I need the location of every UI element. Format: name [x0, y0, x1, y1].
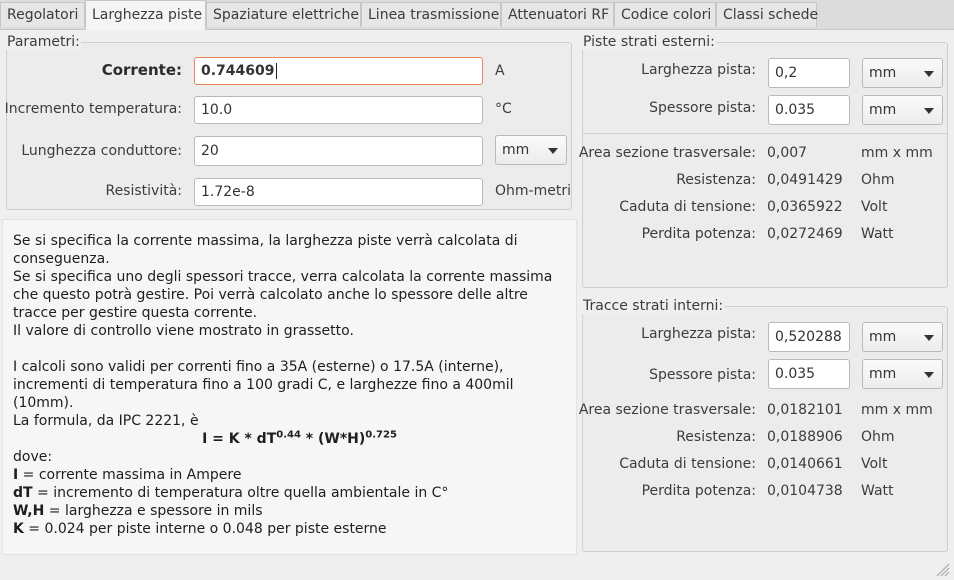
info-text-panel: Se si specifica la corrente massima, la …: [2, 219, 577, 555]
internal-width-label: Larghezza pista:: [641, 326, 756, 342]
internal-resistance-unit: Ohm: [861, 429, 895, 445]
internal-width-input[interactable]: 0,520288: [768, 322, 850, 352]
external-loss-unit: Watt: [861, 226, 894, 242]
internal-area-unit: mm x mm: [861, 402, 933, 418]
length-label: Lunghezza conduttore:: [21, 143, 182, 159]
external-width-unit-select[interactable]: mm: [862, 58, 943, 88]
external-thickness-unit-select[interactable]: mm: [862, 95, 943, 125]
external-resistance-label: Resistenza:: [676, 172, 756, 188]
external-loss-value: 0,0272469: [767, 226, 843, 242]
external-width-label: Larghezza pista:: [641, 62, 756, 78]
temp-input[interactable]: 10.0: [194, 96, 483, 124]
chevron-down-icon: [924, 335, 934, 341]
internal-thickness-label: Spessore pista:: [649, 367, 756, 383]
chevron-down-icon: [924, 71, 934, 77]
current-input[interactable]: 0.744609: [194, 57, 483, 85]
length-input[interactable]: 20: [194, 136, 483, 166]
info-paragraph: Se si specifica uno degli spessori tracc…: [13, 269, 553, 321]
tab-classi-schede[interactable]: Classi schede: [716, 2, 818, 27]
external-thickness-label: Spessore pista:: [649, 100, 756, 116]
external-drop-value: 0,0365922: [767, 199, 843, 215]
current-unit: A: [495, 63, 505, 79]
info-paragraph: I calcoli sono validi per correnti fino …: [13, 359, 514, 411]
tab-attenuatori-rf[interactable]: Attenuatori RF: [501, 2, 614, 27]
internal-resistance-value: 0,0188906: [767, 429, 843, 445]
resistivity-label: Resistività:: [105, 183, 182, 199]
internal-thickness-input[interactable]: 0.035: [768, 359, 850, 389]
external-area-unit: mm x mm: [861, 145, 933, 161]
resistivity-input[interactable]: 1.72e-8: [194, 178, 483, 206]
external-width-input[interactable]: 0,2: [768, 58, 850, 88]
info-paragraph: Il valore di controllo viene mostrato in…: [13, 323, 354, 339]
chevron-down-icon: [924, 372, 934, 378]
internal-width-unit-select[interactable]: mm: [862, 322, 943, 352]
info-paragraph: Se si specifica la corrente massima, la …: [13, 233, 518, 267]
definition-item: I = corrente massima in Ampere: [13, 467, 242, 483]
internal-loss-value: 0,0104738: [767, 483, 843, 499]
external-drop-unit: Volt: [861, 199, 888, 215]
temp-unit: °C: [495, 101, 512, 117]
current-label: Corrente:: [101, 61, 182, 79]
internal-area-label: Area sezione trasversale:: [578, 402, 756, 418]
internal-loss-label: Perdita potenza:: [641, 483, 756, 499]
chevron-down-icon: [548, 148, 558, 154]
external-area-value: 0,007: [767, 145, 808, 161]
tab-codice-colori[interactable]: Codice colori: [614, 2, 716, 27]
definition-item: K = 0.024 per piste interne o 0.048 per …: [13, 521, 387, 537]
where-label: dove:: [13, 449, 53, 465]
tab-linea-trasmissione[interactable]: Linea trasmissione: [361, 2, 501, 27]
external-loss-label: Perdita potenza:: [641, 226, 756, 242]
external-drop-label: Caduta di tensione:: [619, 199, 756, 215]
internal-resistance-label: Resistenza:: [676, 429, 756, 445]
tab-spaziature-elettriche[interactable]: Spaziature elettriche: [206, 2, 361, 27]
chevron-down-icon: [924, 108, 934, 114]
external-resistance-value: 0,0491429: [767, 172, 843, 188]
resize-grip-icon[interactable]: [934, 561, 950, 577]
formula: I = K * dT0.44 * (W*H)0.725: [202, 429, 397, 447]
internal-layers-title: Tracce strati interni:: [582, 298, 725, 314]
divider: [583, 133, 947, 134]
resistivity-unit: Ohm-metri: [495, 183, 571, 199]
external-layers-title: Piste strati esterni:: [582, 34, 716, 50]
tab-larghezza-piste[interactable]: Larghezza piste: [85, 0, 206, 30]
external-area-label: Area sezione trasversale:: [578, 145, 756, 161]
length-unit-select[interactable]: mm: [495, 135, 567, 165]
internal-area-value: 0,0182101: [767, 402, 843, 418]
internal-drop-label: Caduta di tensione:: [619, 456, 756, 472]
external-resistance-unit: Ohm: [861, 172, 895, 188]
temp-label: Incremento temperatura:: [4, 101, 182, 117]
parameters-title: Parametri:: [6, 34, 81, 50]
definition-item: dT = incremento di temperatura oltre que…: [13, 485, 449, 501]
internal-drop-unit: Volt: [861, 456, 888, 472]
internal-drop-value: 0,0140661: [767, 456, 843, 472]
external-thickness-input[interactable]: 0.035: [768, 95, 850, 125]
internal-thickness-unit-select[interactable]: mm: [862, 359, 943, 389]
tab-regolatori[interactable]: Regolatori: [0, 2, 85, 27]
internal-loss-unit: Watt: [861, 483, 894, 499]
definition-item: W,H = larghezza e spessore in mils: [13, 503, 263, 519]
info-paragraph: La formula, da IPC 2221, è: [13, 413, 199, 429]
